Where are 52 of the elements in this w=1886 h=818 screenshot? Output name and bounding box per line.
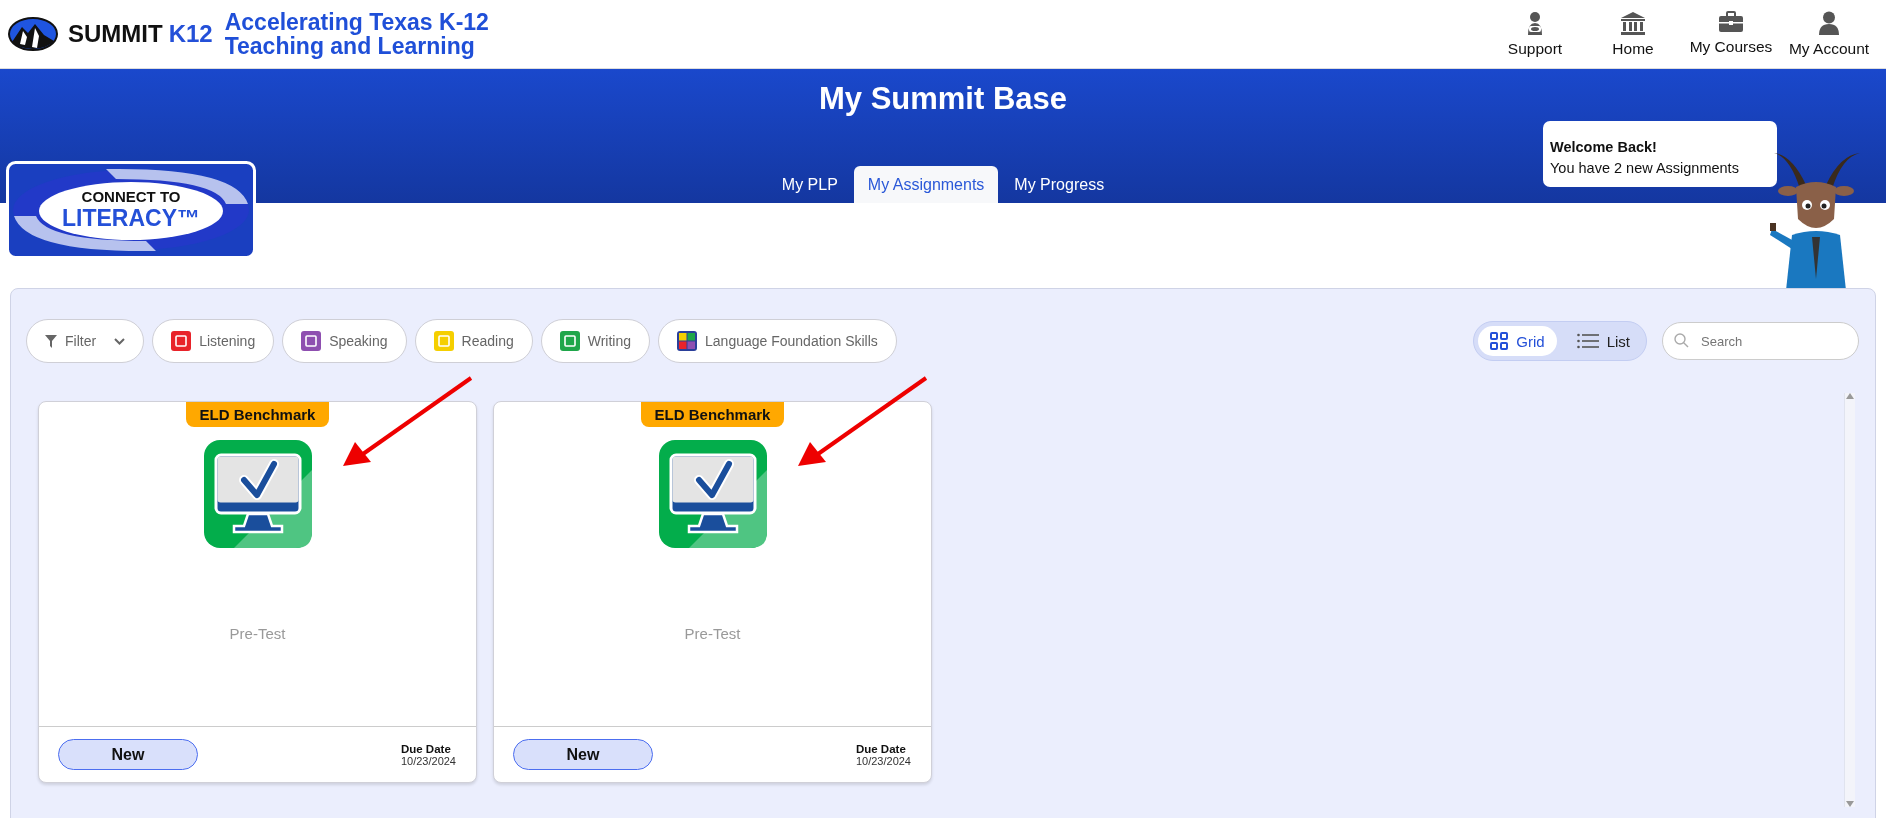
monitor-checkmark-icon <box>203 440 312 548</box>
search-field[interactable]: Search <box>1662 322 1859 360</box>
due-date: 10/23/2024 <box>400 754 456 767</box>
assignment-title: Pre-Test <box>229 625 286 642</box>
due-date: 10/23/2024 <box>855 754 911 767</box>
tab[interactable]: My Progress <box>1000 166 1119 203</box>
view-option[interactable]: Grid <box>1478 326 1557 356</box>
page-title: My Summit Base <box>818 81 1068 117</box>
nav-link[interactable]: My Courses <box>1682 10 1780 58</box>
status-button[interactable]: New <box>513 739 653 770</box>
list-icon <box>1576 333 1599 349</box>
brand-suffix: K12 <box>168 20 213 48</box>
assignment-card[interactable]: ELD Benchmark Pre-Test New Due Date 10/23/2024 <box>493 401 932 783</box>
tagline-text: Teaching and Learning <box>224 34 476 58</box>
skill-filter-chip[interactable]: Writing <box>540 319 651 363</box>
scrollbar[interactable] <box>1844 393 1855 807</box>
mountain-logo-icon <box>8 17 58 51</box>
assignment-title: Pre-Test <box>684 625 741 642</box>
chevron-down-icon <box>114 337 126 345</box>
tab[interactable]: My Assignments <box>853 166 999 203</box>
nav-link[interactable]: My Account <box>1780 10 1878 58</box>
filter-icon <box>45 334 57 348</box>
search-icon <box>1674 333 1689 348</box>
grid-icon <box>1490 332 1509 350</box>
filter-dropdown[interactable]: Filter <box>26 319 145 363</box>
person-laptop-icon <box>1525 10 1545 35</box>
skill-filter-chip[interactable]: Speaking <box>282 319 407 363</box>
scroll-down-icon[interactable] <box>1846 801 1854 807</box>
monitor-checkmark-icon <box>658 440 767 548</box>
bank-building-icon <box>1620 10 1646 35</box>
mosaic-icon <box>677 331 698 351</box>
user-icon <box>1818 10 1840 35</box>
category-badge: ELD Benchmark <box>640 402 785 427</box>
skill-filter-chip[interactable]: Reading <box>414 319 533 363</box>
due-label: Due Date <box>400 742 452 755</box>
view-option[interactable]: List <box>1564 326 1642 356</box>
skill-filter-chip[interactable]: Language Foundation Skills <box>658 319 897 363</box>
nav-link[interactable]: Home <box>1584 10 1682 58</box>
logo-text: CONNECT TO <box>80 188 182 205</box>
tab[interactable]: My PLP <box>767 166 852 203</box>
status-button[interactable]: New <box>58 739 198 770</box>
assignment-card[interactable]: ELD Benchmark Pre-Test New Due Date 10/23/2024 <box>38 401 477 783</box>
skill-filter-chip[interactable]: Listening <box>152 319 275 363</box>
welcome-message: You have 2 new Assignments <box>1550 160 1740 176</box>
welcome-heading: Welcome Back! <box>1550 139 1658 155</box>
briefcase-icon <box>1718 10 1744 33</box>
scroll-up-icon[interactable] <box>1846 393 1854 399</box>
nav-link[interactable]: Support <box>1486 10 1584 58</box>
due-label: Due Date <box>855 742 907 755</box>
logo-text: LITERACY™ <box>61 205 201 232</box>
category-badge: ELD Benchmark <box>185 402 330 427</box>
brand-name: SUMMIT <box>68 20 163 48</box>
